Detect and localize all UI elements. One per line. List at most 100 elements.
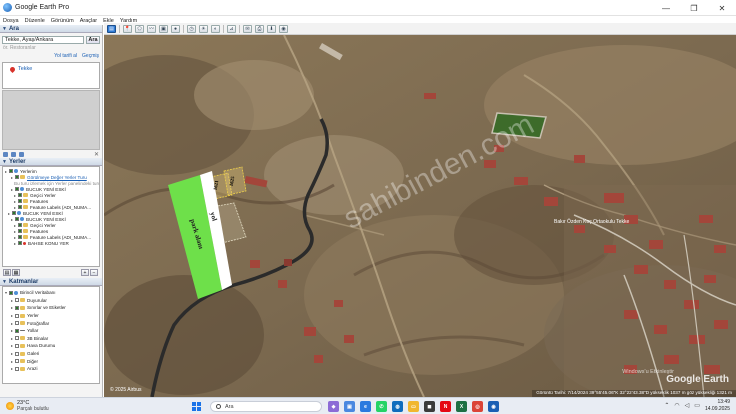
task-view-icon[interactable]: ▣ bbox=[344, 401, 355, 412]
clear-search-icon[interactable]: ✕ bbox=[94, 151, 99, 158]
volume-icon[interactable]: ◁ bbox=[685, 402, 690, 409]
menu-view[interactable]: Görünüm bbox=[51, 18, 74, 24]
clock[interactable]: 13:49 14.09.2025 bbox=[705, 399, 730, 412]
search-result-item[interactable]: Tekke bbox=[18, 66, 32, 72]
taskbar-search[interactable]: Ara bbox=[210, 401, 322, 412]
layer-checkbox[interactable] bbox=[15, 321, 19, 326]
layer-checkbox[interactable] bbox=[15, 343, 19, 348]
record-tour-icon[interactable]: ● bbox=[171, 24, 180, 33]
add-folder-icon[interactable]: + bbox=[81, 269, 89, 276]
battery-icon[interactable]: ▭ bbox=[694, 402, 700, 409]
places-tree-item[interactable]: ▸ Feature Labels (ADI_NUMA... bbox=[3, 204, 99, 210]
store-icon[interactable]: ◼ bbox=[424, 401, 435, 412]
view-in-maps-icon[interactable]: ◉ bbox=[279, 24, 288, 33]
layer-checkbox[interactable] bbox=[15, 336, 19, 341]
layer-checkbox[interactable] bbox=[15, 359, 19, 364]
netflix-icon[interactable]: N bbox=[440, 401, 451, 412]
sidebar-toggle-icon[interactable]: ▤ bbox=[107, 24, 116, 33]
history-link[interactable]: Geçmiş bbox=[82, 53, 99, 59]
visibility-checkbox[interactable] bbox=[18, 205, 22, 209]
maximize-button[interactable]: ❐ bbox=[680, 0, 708, 16]
sunlight-icon[interactable]: ☀ bbox=[199, 24, 208, 33]
places-panel-header[interactable]: ▼ Yerler bbox=[0, 158, 102, 166]
place-label[interactable]: Bakır Özden Koç Ortaokulu Tekke bbox=[554, 219, 629, 225]
browser-icon[interactable]: ◍ bbox=[392, 401, 403, 412]
layers-tree-item[interactable]: ▸ Sınırlar ve Etiketler bbox=[3, 304, 99, 312]
layer-checkbox[interactable] bbox=[15, 328, 19, 333]
weather-widget[interactable]: 23°C Parçalı bulutlu bbox=[6, 400, 49, 412]
search-input[interactable]: Tekke, Ayaş/Ankara bbox=[2, 36, 84, 44]
ruler-icon[interactable]: ⊿ bbox=[227, 24, 236, 33]
map-view[interactable]: yol park alanı 1621 1625 sahibinden.com … bbox=[104, 35, 736, 397]
visibility-checkbox[interactable] bbox=[12, 211, 16, 215]
layers-tree-item[interactable]: ▸ Hava Durumu bbox=[3, 342, 99, 350]
collapse-triangle-icon[interactable]: ▼ bbox=[2, 26, 7, 32]
get-directions-link[interactable]: Yol tarifi al bbox=[54, 53, 77, 59]
remove-icon[interactable]: − bbox=[90, 269, 98, 276]
places-tree-item[interactable]: Bu turu izlemek için Yerler panelindeki … bbox=[3, 180, 99, 186]
image-overlay-icon[interactable]: ▣ bbox=[159, 24, 168, 33]
polygon-icon[interactable]: ⬠ bbox=[135, 24, 144, 33]
copy-icon[interactable] bbox=[3, 151, 8, 157]
widgets-icon[interactable]: ◆ bbox=[328, 401, 339, 412]
visibility-checkbox[interactable] bbox=[15, 187, 19, 191]
refresh-icon[interactable] bbox=[11, 151, 16, 157]
email-icon[interactable]: ✉ bbox=[243, 24, 252, 33]
layer-checkbox[interactable] bbox=[15, 298, 19, 303]
search-panel-header[interactable]: ▼ Ara bbox=[0, 25, 102, 33]
collapse-triangle-icon[interactable]: ▼ bbox=[2, 159, 7, 165]
visibility-checkbox[interactable] bbox=[18, 199, 22, 203]
layer-checkbox[interactable] bbox=[9, 290, 13, 295]
layer-checkbox[interactable] bbox=[15, 305, 19, 310]
layers-tree-item[interactable]: ▸ Yerler bbox=[3, 312, 99, 320]
layers-panel-header[interactable]: ▼ Katmanlar bbox=[0, 278, 102, 286]
layers-tree-item[interactable]: ▸ Galeri bbox=[3, 350, 99, 358]
google-earth-taskbar-icon[interactable]: ◉ bbox=[488, 401, 499, 412]
file-explorer-icon[interactable]: ▭ bbox=[408, 401, 419, 412]
chevron-up-icon[interactable]: ⌃ bbox=[664, 402, 669, 409]
historical-imagery-icon[interactable]: ◷ bbox=[187, 24, 196, 33]
layer-checkbox[interactable] bbox=[15, 313, 19, 318]
tour-icon[interactable]: ▦ bbox=[12, 269, 20, 276]
places-tree-item[interactable]: ▸ Feature Labels (ADI_NUMA... bbox=[3, 234, 99, 240]
layers-tree-item[interactable]: ▸ Yollar bbox=[3, 327, 99, 335]
places-tree-item[interactable]: ▸ BAHSE KONU YER bbox=[3, 240, 99, 246]
visibility-checkbox[interactable] bbox=[18, 235, 22, 239]
save-icon[interactable] bbox=[19, 151, 24, 157]
whatsapp-icon[interactable]: ✆ bbox=[376, 401, 387, 412]
layer-checkbox[interactable] bbox=[15, 366, 19, 371]
visibility-checkbox[interactable] bbox=[9, 169, 13, 173]
print-icon[interactable]: ⎙ bbox=[255, 24, 264, 33]
wifi-icon[interactable]: ◠ bbox=[674, 402, 679, 409]
visibility-checkbox[interactable] bbox=[15, 217, 19, 221]
layers-tree-item[interactable]: ▾ Birincil Veritabanı bbox=[3, 289, 99, 297]
menu-tools[interactable]: Araçlar bbox=[80, 18, 97, 24]
start-button[interactable] bbox=[192, 402, 201, 411]
visibility-checkbox[interactable] bbox=[18, 229, 22, 233]
close-button[interactable]: ✕ bbox=[708, 0, 736, 16]
visibility-checkbox[interactable] bbox=[18, 241, 22, 245]
visibility-checkbox[interactable] bbox=[15, 175, 19, 179]
planets-icon[interactable]: ◐ bbox=[211, 24, 220, 33]
edge-icon[interactable]: e bbox=[360, 401, 371, 412]
layers-tree-item[interactable]: ▸ 3B Binalar bbox=[3, 335, 99, 343]
layer-checkbox[interactable] bbox=[15, 351, 19, 356]
menu-edit[interactable]: Düzenle bbox=[25, 18, 45, 24]
placemark-icon[interactable]: 📍 bbox=[123, 24, 132, 33]
excel-icon[interactable]: X bbox=[456, 401, 467, 412]
menu-file[interactable]: Dosya bbox=[3, 18, 19, 24]
satellite-imagery[interactable] bbox=[104, 35, 736, 397]
layers-tree-item[interactable]: ▸ Fotoğraflar bbox=[3, 319, 99, 327]
search-button[interactable]: Ara bbox=[86, 36, 100, 44]
minimize-button[interactable]: — bbox=[652, 0, 680, 16]
layers-tree-item[interactable]: ▸ Duyurular bbox=[3, 297, 99, 305]
list-view-icon[interactable]: ▤ bbox=[3, 269, 11, 276]
collapse-triangle-icon[interactable]: ▼ bbox=[2, 279, 7, 285]
visibility-checkbox[interactable] bbox=[18, 223, 22, 227]
layers-tree-item[interactable]: ▸ Diğer bbox=[3, 357, 99, 365]
chrome-icon[interactable]: ◎ bbox=[472, 401, 483, 412]
layers-tree-item[interactable]: ▸ Arazi bbox=[3, 365, 99, 373]
save-image-icon[interactable]: ⬇ bbox=[267, 24, 276, 33]
path-icon[interactable]: 〰 bbox=[147, 24, 156, 33]
visibility-checkbox[interactable] bbox=[18, 193, 22, 197]
